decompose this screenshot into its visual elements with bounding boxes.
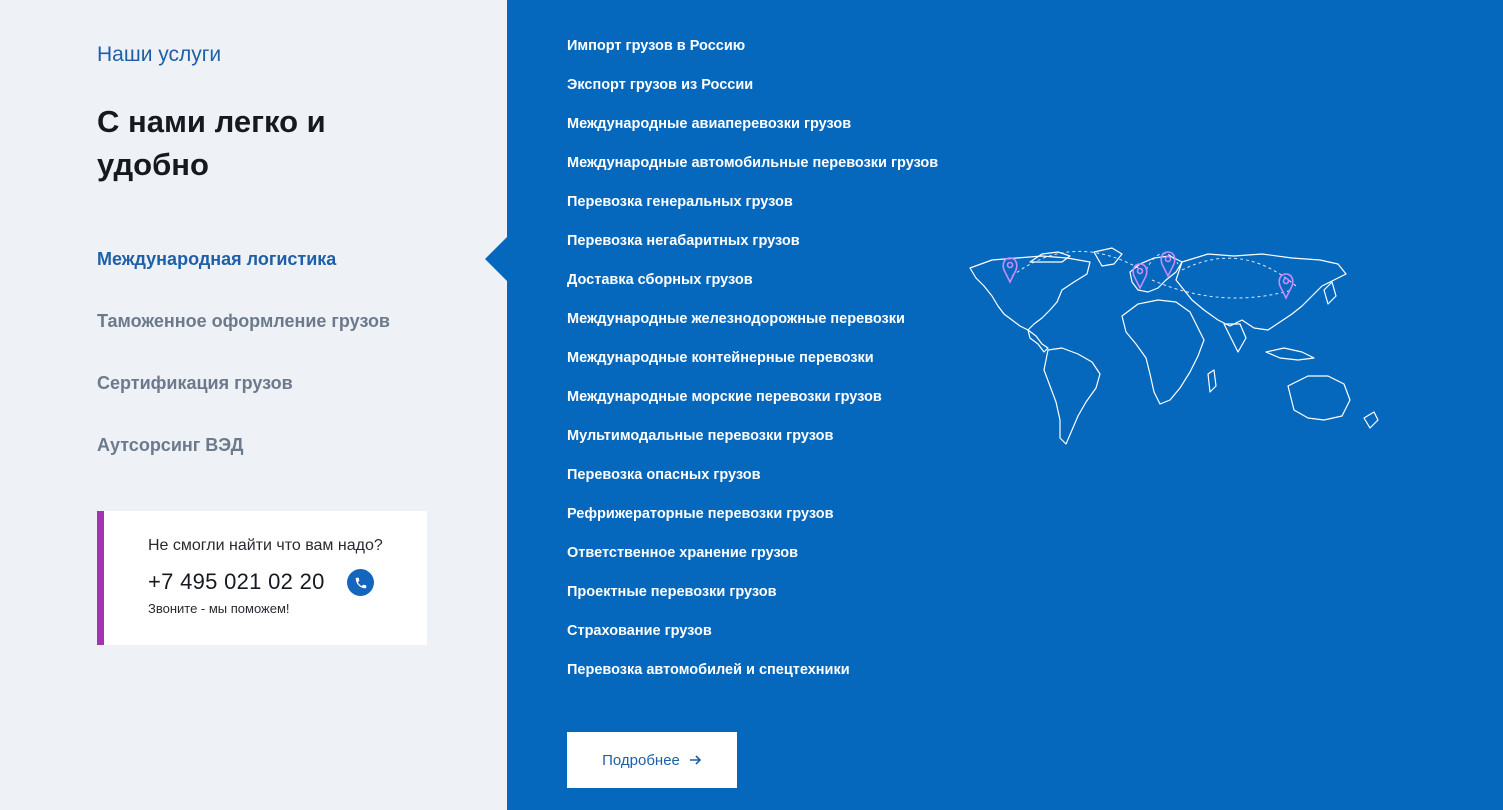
section-label: Наши услуги	[97, 43, 222, 66]
service-item-groupage[interactable]: Доставка сборных грузов	[567, 270, 938, 309]
service-item-export[interactable]: Экспорт грузов из России	[567, 75, 938, 114]
services-panel: Импорт грузов в Россию Экспорт грузов из…	[507, 0, 1503, 810]
more-button[interactable]: Подробнее	[567, 732, 737, 788]
world-map-illustration	[969, 247, 1379, 445]
services-list: Импорт грузов в Россию Экспорт грузов из…	[567, 36, 938, 699]
phone-number-link[interactable]: +7 495 021 02 20	[148, 569, 325, 595]
service-item-container[interactable]: Международные контейнерные перевозки	[567, 348, 938, 387]
service-item-sea[interactable]: Международные морские перевозки грузов	[567, 387, 938, 426]
help-card: Не смогли найти что вам надо? +7 495 021…	[97, 511, 427, 645]
service-item-refrigerated[interactable]: Рефрижераторные перевозки грузов	[567, 504, 938, 543]
service-item-rail[interactable]: Международные железнодорожные перевозки	[567, 309, 938, 348]
service-item-air[interactable]: Международные авиаперевозки грузов	[567, 114, 938, 153]
more-button-label: Подробнее	[602, 751, 680, 769]
left-panel: Наши услуги С нами легко и удобно Междун…	[0, 0, 507, 810]
map-pins	[1002, 251, 1294, 300]
page-title: С нами легко и удобно	[97, 104, 326, 182]
service-item-dangerous[interactable]: Перевозка опасных грузов	[567, 465, 938, 504]
category-customs-clearance[interactable]: Таможенное оформление грузов	[97, 311, 390, 332]
service-item-storage[interactable]: Ответственное хранение грузов	[567, 543, 938, 582]
service-item-project[interactable]: Проектные перевозки грузов	[567, 582, 938, 621]
category-international-logistics[interactable]: Международная логистика	[97, 249, 336, 270]
service-item-oversized[interactable]: Перевозка негабаритных грузов	[567, 231, 938, 270]
service-item-general-cargo[interactable]: Перевозка генеральных грузов	[567, 192, 938, 231]
active-category-pointer	[485, 237, 507, 281]
category-outsourcing[interactable]: Аутсорсинг ВЭД	[97, 435, 243, 456]
help-subtitle: Звоните - мы поможем!	[148, 601, 290, 616]
service-item-vehicles[interactable]: Перевозка автомобилей и спецтехники	[567, 660, 938, 699]
service-item-insurance[interactable]: Страхование грузов	[567, 621, 938, 660]
arrow-right-icon	[689, 755, 702, 765]
help-question: Не смогли найти что вам надо?	[148, 537, 383, 554]
phone-icon[interactable]	[347, 569, 374, 596]
category-certification[interactable]: Сертификация грузов	[97, 373, 293, 394]
service-item-multimodal[interactable]: Мультимодальные перевозки грузов	[567, 426, 938, 465]
service-item-road[interactable]: Международные автомобильные перевозки гр…	[567, 153, 938, 192]
service-item-import[interactable]: Импорт грузов в Россию	[567, 36, 938, 75]
